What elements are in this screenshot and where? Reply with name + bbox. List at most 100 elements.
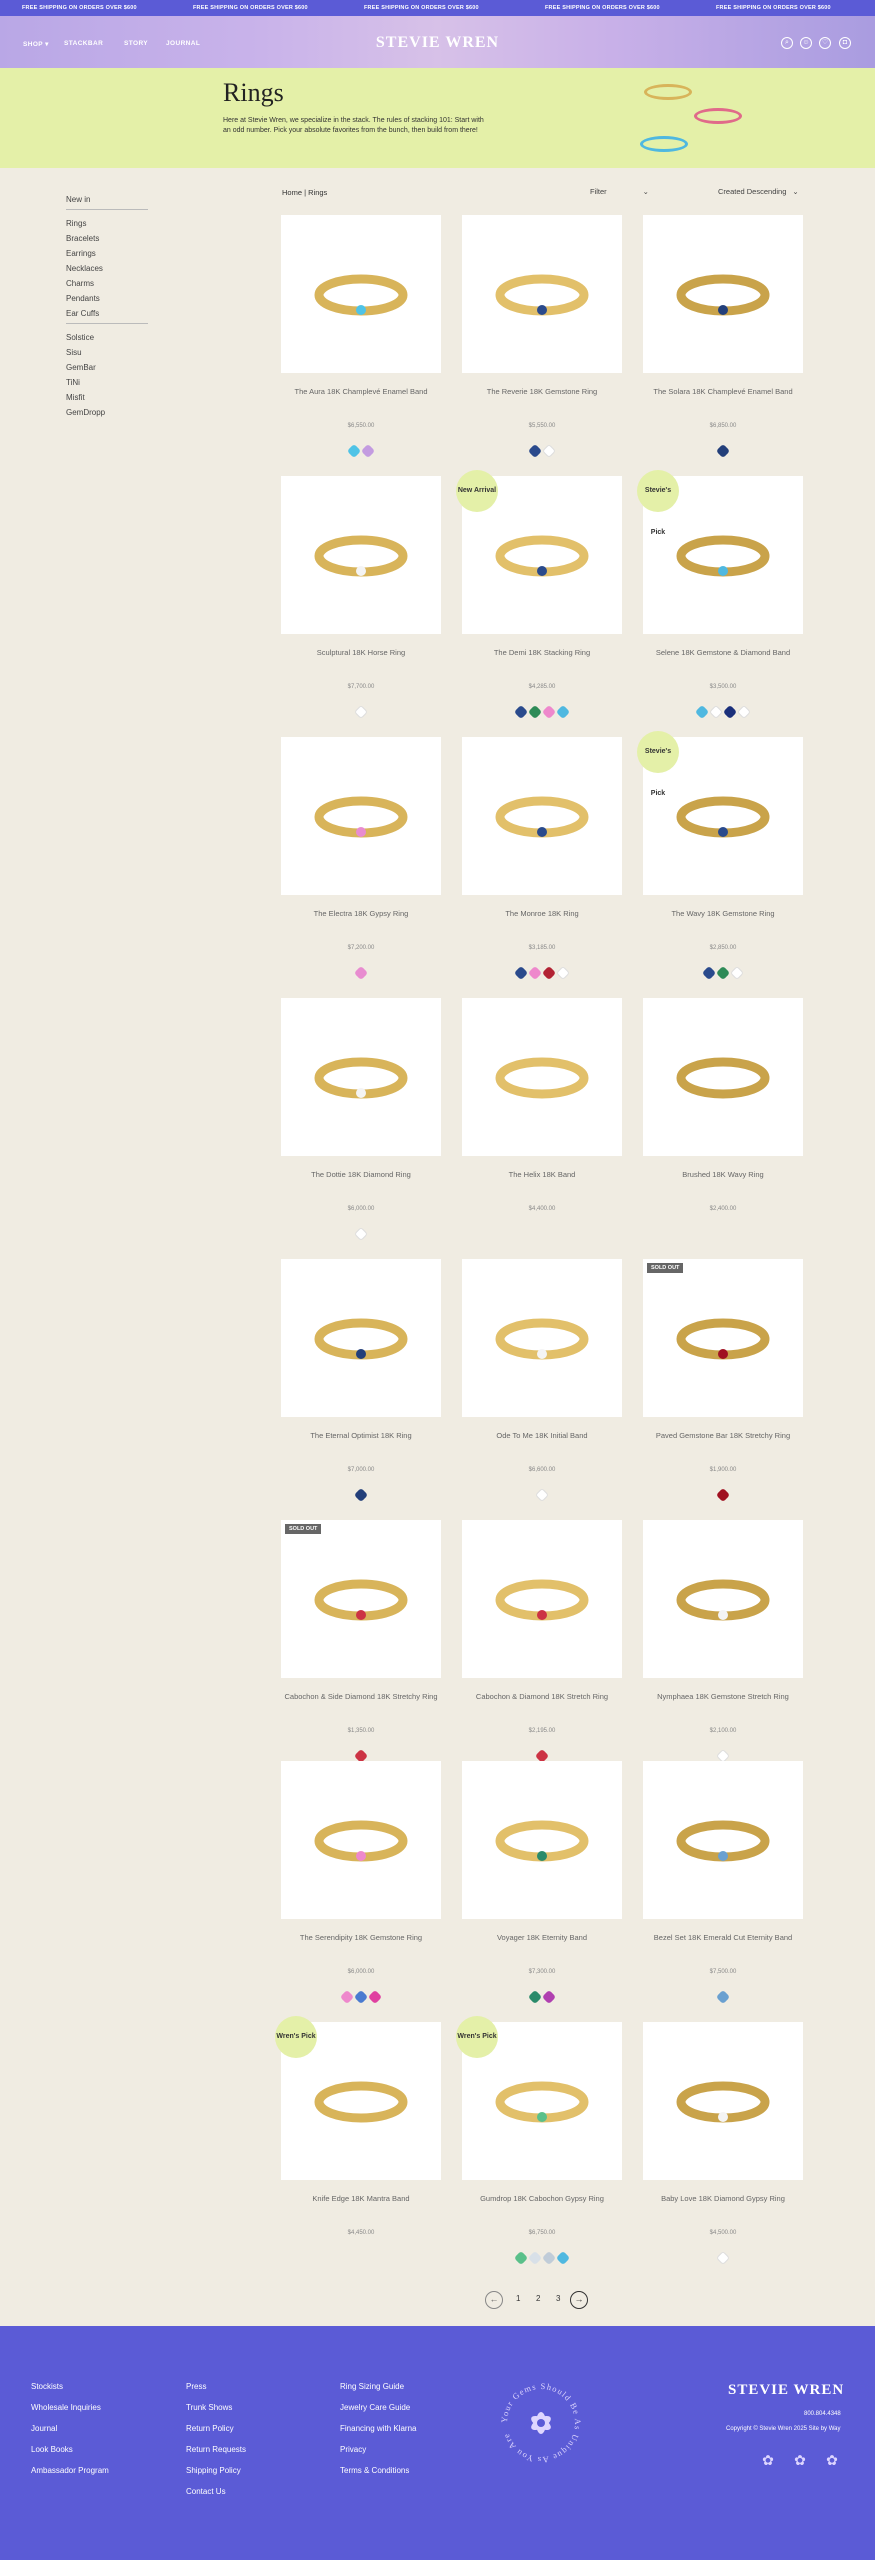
color-swatch[interactable] [541,443,557,459]
sidebar-item-necklaces[interactable]: Necklaces [66,261,156,276]
product-name[interactable]: Knife Edge 18K Mantra Band [281,2194,441,2204]
product-name[interactable]: The Monroe 18K Ring [462,909,622,919]
pagination-prev-button[interactable]: ← [485,2291,503,2309]
product-name[interactable]: Cabochon & Diamond 18K Stretch Ring [462,1692,622,1702]
product-card[interactable]: Stevie's Pick The Wavy 18K Gemstone Ring $… [637,731,803,987]
color-swatch[interactable] [715,2250,731,2266]
footer-logo[interactable]: STEVIE WREN [728,2382,844,2399]
color-swatch[interactable] [555,965,571,981]
pagination-next-button[interactable]: → [570,2291,588,2309]
product-name[interactable]: Ode To Me 18K Initial Band [462,1431,622,1441]
color-swatch[interactable] [527,2250,543,2266]
product-name[interactable]: Selene 18K Gemstone & Diamond Band [643,648,803,658]
product-image[interactable] [462,215,622,373]
product-card[interactable]: Bezel Set 18K Emerald Cut Eternity Band $… [643,1761,803,2011]
facebook-icon[interactable]: ✿ [794,2453,806,2467]
sort-dropdown[interactable]: Created Descending ⌄ [718,187,799,196]
product-name[interactable]: Bezel Set 18K Emerald Cut Eternity Band [643,1933,803,1943]
color-swatch[interactable] [722,704,738,720]
product-name[interactable]: Voyager 18K Eternity Band [462,1933,622,1943]
product-card[interactable]: Voyager 18K Eternity Band $7,300.00 [462,1761,622,2011]
product-card[interactable]: The Monroe 18K Ring $3,185.00 [462,737,622,987]
product-card[interactable]: SOLD OUT Cabochon & Side Diamond 18K Stre… [281,1520,441,1770]
product-name[interactable]: The Dottie 18K Diamond Ring [281,1170,441,1180]
footer-link[interactable]: Journal [31,2424,57,2433]
color-swatch[interactable] [353,704,369,720]
color-swatch[interactable] [694,704,710,720]
sidebar-item-tini[interactable]: TiNi [66,375,156,390]
color-swatch[interactable] [715,965,731,981]
product-card[interactable]: The Electra 18K Gypsy Ring $7,200.00 [281,737,441,987]
product-image[interactable] [462,1520,622,1678]
sidebar-item-bracelets[interactable]: Bracelets [66,231,156,246]
color-swatch[interactable] [736,704,752,720]
site-logo[interactable]: STEVIE WREN [0,34,875,52]
color-swatch[interactable] [527,443,543,459]
product-image[interactable] [281,1259,441,1417]
color-swatch[interactable] [353,965,369,981]
footer-link[interactable]: Ring Sizing Guide [340,2382,404,2391]
product-card[interactable]: SOLD OUT Paved Gemstone Bar 18K Stretchy … [643,1259,803,1509]
product-card[interactable]: The Aura 18K Champlevé Enamel Band $6,550… [281,215,441,465]
color-swatch[interactable] [534,1487,550,1503]
product-name[interactable]: The Solara 18K Champlevé Enamel Band [643,387,803,397]
cart-icon[interactable]: ◘ [839,37,851,49]
sidebar-item-charms[interactable]: Charms [66,276,156,291]
page-3-link[interactable]: 3 [556,2294,560,2303]
product-name[interactable]: The Reverie 18K Gemstone Ring [462,387,622,397]
sidebar-item-ear-cuffs[interactable]: Ear Cuffs [66,306,156,321]
product-image[interactable] [643,1259,803,1417]
color-swatch[interactable] [346,443,362,459]
page-2-link[interactable]: 2 [536,2294,540,2303]
product-card[interactable]: Wren's Pick Knife Edge 18K Mantra Band $4,… [275,2016,441,2272]
product-image[interactable] [643,2022,803,2180]
color-swatch[interactable] [353,1989,369,2005]
product-card[interactable]: The Serendipity 18K Gemstone Ring $6,000.… [281,1761,441,2011]
color-swatch[interactable] [729,965,745,981]
color-swatch[interactable] [353,1226,369,1242]
color-swatch[interactable] [527,704,543,720]
color-swatch[interactable] [541,2250,557,2266]
color-swatch[interactable] [513,965,529,981]
color-swatch[interactable] [701,965,717,981]
footer-link[interactable]: Contact Us [186,2487,226,2496]
product-image[interactable] [643,215,803,373]
footer-link[interactable]: Terms & Conditions [340,2466,409,2475]
color-swatch[interactable] [527,965,543,981]
footer-link[interactable]: Trunk Shows [186,2403,232,2412]
product-name[interactable]: The Serendipity 18K Gemstone Ring [281,1933,441,1943]
color-swatch[interactable] [513,704,529,720]
color-swatch[interactable] [367,1989,383,2005]
product-name[interactable]: The Helix 18K Band [462,1170,622,1180]
product-image[interactable] [281,737,441,895]
product-card[interactable]: Wren's Pick Gumdrop 18K Cabochon Gypsy Ri… [456,2016,622,2272]
product-name[interactable]: Gumdrop 18K Cabochon Gypsy Ring [462,2194,622,2204]
sidebar-item-solstice[interactable]: Solstice [66,330,156,345]
footer-link[interactable]: Look Books [31,2445,73,2454]
product-card[interactable]: The Dottie 18K Diamond Ring $6,000.00 [281,998,441,1248]
breadcrumb[interactable]: Home | Rings [282,188,327,197]
sidebar-item-gemdropp[interactable]: GemDropp [66,405,156,420]
product-card[interactable]: The Eternal Optimist 18K Ring $7,000.00 [281,1259,441,1509]
product-name[interactable]: The Aura 18K Champlevé Enamel Band [281,387,441,397]
product-name[interactable]: Nymphaea 18K Gemstone Stretch Ring [643,1692,803,1702]
footer-link[interactable]: Jewelry Care Guide [340,2403,410,2412]
product-card[interactable]: Nymphaea 18K Gemstone Stretch Ring $2,100… [643,1520,803,1770]
product-name[interactable]: The Eternal Optimist 18K Ring [281,1431,441,1441]
sidebar-item-misfit[interactable]: Misfit [66,390,156,405]
product-image[interactable] [462,998,622,1156]
sidebar-item-pendants[interactable]: Pendants [66,291,156,306]
account-icon[interactable]: ☺ [800,37,812,49]
sidebar-item-sisu[interactable]: Sisu [66,345,156,360]
footer-link[interactable]: Wholesale Inquiries [31,2403,101,2412]
product-image[interactable] [281,1761,441,1919]
product-card[interactable]: Stevie's Pick Selene 18K Gemstone & Diamo… [637,470,803,726]
product-card[interactable]: Cabochon & Diamond 18K Stretch Ring $2,19… [462,1520,622,1770]
product-name[interactable]: The Electra 18K Gypsy Ring [281,909,441,919]
sidebar-item-rings[interactable]: Rings [66,216,156,231]
phone-number[interactable]: 800.804.4348 [804,2411,841,2417]
product-image[interactable] [462,1259,622,1417]
product-name[interactable]: Sculptural 18K Horse Ring [281,648,441,658]
sidebar-item-gembar[interactable]: GemBar [66,360,156,375]
color-swatch[interactable] [541,1989,557,2005]
